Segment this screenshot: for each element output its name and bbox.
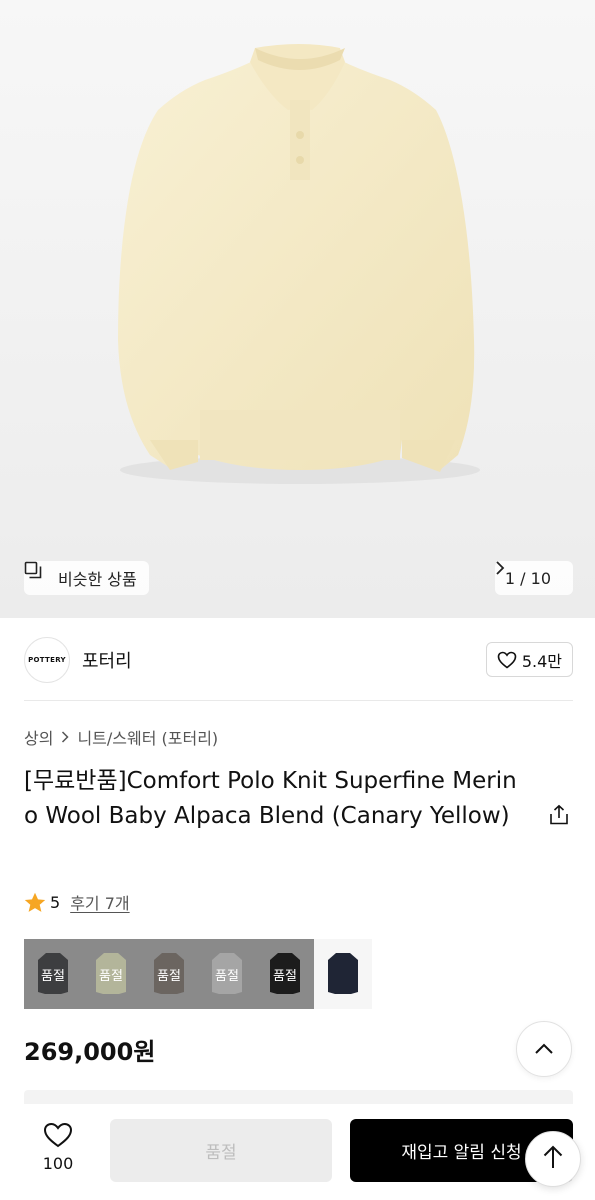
brand-row: POTTERY 포터리 5.4만 — [24, 637, 573, 683]
soldout-label: 품절 — [99, 969, 123, 984]
heart-icon — [36, 1122, 80, 1148]
color-swatch[interactable]: 품절 — [198, 939, 256, 1009]
product-title: [무료반품]Comfort Polo Knit Superfine Merino… — [24, 768, 517, 829]
breadcrumb-category[interactable]: 상의 — [24, 725, 53, 749]
soldout-label: 품절 — [157, 969, 181, 984]
breadcrumb-subcategory[interactable]: 니트/스웨터 (포터리) — [77, 725, 218, 749]
brand-like-button[interactable]: 5.4만 — [485, 642, 573, 677]
wishlist-count: 100 — [42, 1154, 74, 1173]
image-counter-text: 1 / 10 — [504, 568, 551, 588]
rating-score: 5 — [50, 892, 61, 912]
product-image[interactable]: 비슷한 상품 1 / 10 — [0, 0, 595, 618]
chevron-up-icon — [534, 1040, 554, 1059]
soldout-button: 품절 — [110, 1119, 332, 1182]
image-counter[interactable]: 1 / 10 — [494, 561, 573, 595]
bottom-action-bar: 100 품절 재입고 알림 신청 — [0, 1104, 595, 1200]
sweater-illustration — [118, 44, 480, 484]
soldout-button-label: 품절 — [205, 1143, 237, 1163]
collapse-button[interactable] — [516, 1021, 572, 1077]
brand-like-count: 5.4만 — [521, 651, 562, 671]
wishlist-button[interactable]: 100 — [36, 1122, 80, 1173]
brand-logo[interactable]: POTTERY — [24, 637, 70, 683]
star-icon — [24, 892, 46, 913]
product-price: 269,000원 — [24, 1038, 156, 1066]
soldout-label: 품절 — [273, 969, 297, 984]
share-icon[interactable] — [548, 804, 570, 826]
similar-products-button[interactable]: 비슷한 상품 — [24, 561, 149, 595]
stack-icon — [24, 561, 52, 587]
color-swatch[interactable]: 품절 — [24, 939, 82, 1009]
chevron-right-icon — [61, 731, 70, 743]
similar-products-label: 비슷한 상품 — [58, 570, 137, 589]
review-link[interactable]: 후기 7개 — [70, 890, 129, 914]
brand-logo-text: POTTERY — [28, 656, 66, 664]
sweater-thumbnail — [328, 953, 358, 994]
breadcrumb: 상의 니트/스웨터 (포터리) — [24, 725, 218, 749]
divider — [24, 700, 573, 701]
heart-icon — [497, 651, 517, 669]
restock-alert-label: 재입고 알림 신청 — [401, 1143, 522, 1163]
color-options: 품절 품절 품절 품절 품절 — [24, 939, 372, 1009]
color-swatch[interactable]: 품절 — [82, 939, 140, 1009]
soldout-label: 품절 — [215, 969, 239, 984]
color-swatch[interactable]: 품절 — [140, 939, 198, 1009]
scroll-to-top-button[interactable] — [525, 1131, 581, 1187]
rating-row: 5 후기 7개 — [24, 890, 130, 914]
color-swatch-selected[interactable] — [314, 939, 372, 1009]
soldout-label: 품절 — [41, 969, 65, 984]
section-divider — [24, 1090, 573, 1104]
brand-name[interactable]: 포터리 — [82, 647, 132, 673]
arrow-up-icon — [542, 1144, 564, 1174]
color-swatch[interactable]: 품절 — [256, 939, 314, 1009]
